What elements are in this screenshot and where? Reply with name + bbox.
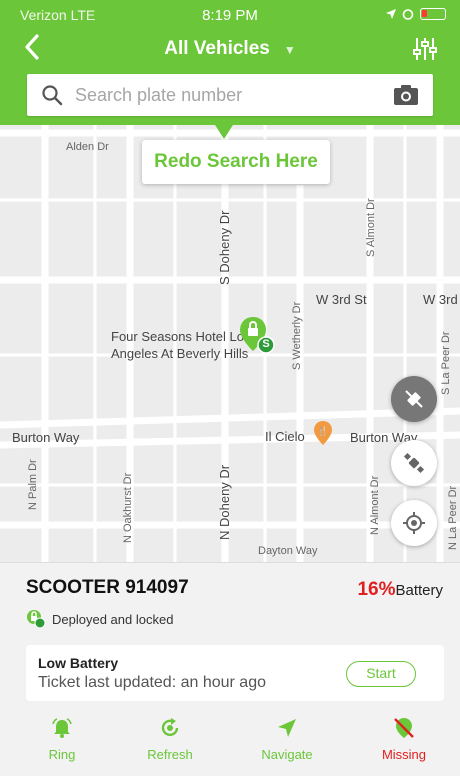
satellite-icon <box>403 452 425 474</box>
street-label: S La Peer Dr <box>440 331 452 395</box>
battery-label: Battery <box>395 582 443 599</box>
vehicle-name: SCOOTER 914097 <box>26 577 189 598</box>
scooter-marker[interactable]: S <box>239 315 275 359</box>
street-label: S Doheny Dr <box>217 210 232 285</box>
marker-badge: S <box>262 338 270 350</box>
battery-percent: 16% <box>357 579 396 600</box>
svg-text:🍴: 🍴 <box>317 425 328 437</box>
status-icons <box>386 8 446 20</box>
street-label: Dayton Way <box>258 545 318 557</box>
caret-down-icon: ▼ <box>283 43 296 57</box>
battery-icon <box>420 8 446 20</box>
my-location-button[interactable] <box>391 500 437 546</box>
ticket-card: Low Battery Ticket last updated: an hour… <box>26 645 444 701</box>
action-label: Ring <box>48 747 76 762</box>
missing-pin-icon <box>394 718 414 738</box>
top-bar: Verizon LTE 8:19 PM All Vehicles ▼ <box>0 0 460 125</box>
ticket-subtitle: Ticket last updated: an hour ago <box>38 674 266 691</box>
street-label: N Oakhurst Dr <box>122 472 134 543</box>
street-label: Alden Dr <box>66 141 109 153</box>
poi-hotel-line1: Four Seasons Hotel Lo <box>111 329 244 344</box>
search-icon <box>42 85 63 106</box>
satellite-off-button[interactable] <box>391 376 437 422</box>
status-bar: Verizon LTE 8:19 PM <box>0 0 460 30</box>
street-label: W 3rd St <box>316 292 367 307</box>
location-icon <box>386 9 396 19</box>
street-label: S Wetherly Dr <box>291 301 303 370</box>
street-label: Burton Way <box>12 430 80 445</box>
street-label: S Almont Dr <box>365 198 377 257</box>
navigate-arrow-icon <box>278 719 296 737</box>
refresh-button[interactable]: Refresh <box>125 713 215 762</box>
action-label: Missing <box>381 747 427 762</box>
search-input[interactable] <box>75 82 375 108</box>
start-ticket-button[interactable]: Start <box>346 661 416 687</box>
page-title: All Vehicles <box>164 38 270 59</box>
action-bar: Ring Refresh Navigate Missing <box>0 713 460 773</box>
poi-restaurant[interactable]: Il Cielo <box>265 428 305 445</box>
alarm-icon <box>402 9 414 20</box>
street-label: N Palm Dr <box>27 459 39 510</box>
street-label: N Almont Dr <box>369 475 381 535</box>
poi-hotel-line2: Angeles At Beverly Hills <box>111 346 249 361</box>
nav-bar: All Vehicles ▼ <box>0 28 460 72</box>
sliders-icon[interactable] <box>412 36 438 62</box>
ticket-title: Low Battery <box>38 655 119 671</box>
street-label: N Doheny Dr <box>217 464 232 540</box>
refresh-icon <box>161 718 179 737</box>
street-label: W 3rd <box>423 292 458 307</box>
restaurant-pin-icon: 🍴 <box>314 421 332 445</box>
action-label: Refresh <box>147 747 193 762</box>
vehicle-filter-dropdown[interactable]: All Vehicles ▼ <box>0 38 460 60</box>
vehicle-state: Deployed and locked <box>26 609 173 629</box>
battery-status: 16%Battery <box>357 579 443 601</box>
search-bar <box>27 74 433 116</box>
poi-restaurant-label: Il Cielo <box>265 429 305 444</box>
ring-button[interactable]: Ring <box>17 713 107 762</box>
satellite-button[interactable] <box>391 440 437 486</box>
redo-search-button[interactable]: Redo Search Here <box>142 140 330 184</box>
vehicle-state-label: Deployed and locked <box>52 611 174 627</box>
vehicle-detail-panel: SCOOTER 914097 16%Battery Deployed and l… <box>0 562 460 776</box>
satellite-off-icon <box>405 390 423 408</box>
bell-icon <box>52 718 72 738</box>
map-view[interactable]: Alden Dr S Doheny Dr S Almont Dr W 3rd S… <box>0 125 460 562</box>
action-label: Navigate <box>261 747 313 762</box>
navigate-button[interactable]: Navigate <box>242 713 332 762</box>
scooter-pin-icon <box>240 317 275 354</box>
crosshair-icon <box>403 512 425 534</box>
missing-button[interactable]: Missing <box>359 713 449 762</box>
street-label: N La Peer Dr <box>447 485 459 550</box>
camera-icon[interactable] <box>393 83 419 107</box>
poi-hotel[interactable]: Four Seasons Hotel Lo Angeles At Beverly… <box>111 328 248 362</box>
locked-scooter-icon <box>27 610 46 629</box>
